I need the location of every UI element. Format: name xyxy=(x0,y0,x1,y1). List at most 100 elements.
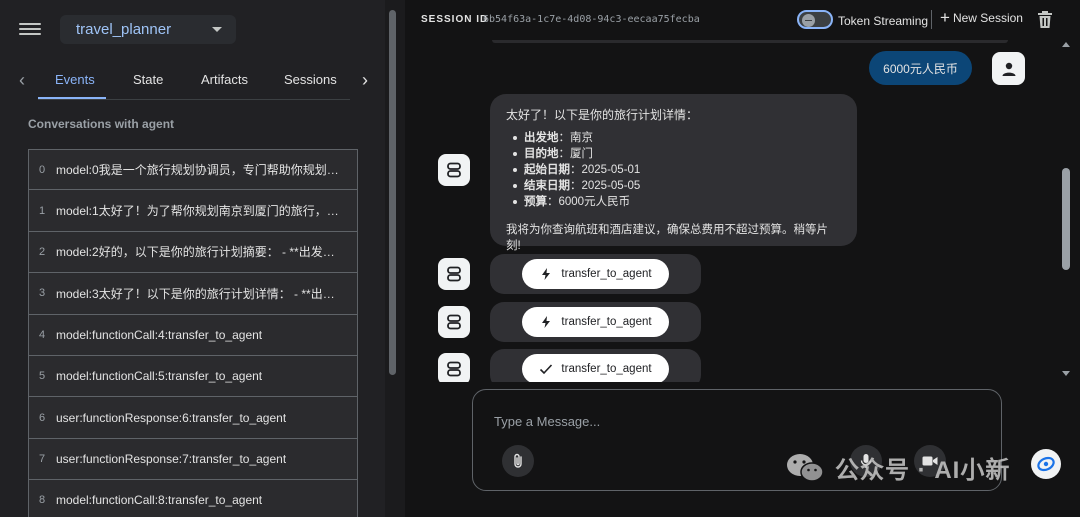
tab-artifacts[interactable]: Artifacts xyxy=(201,72,248,87)
message-input[interactable]: Type a Message... xyxy=(494,414,600,429)
plus-icon: + xyxy=(940,8,950,27)
event-row[interactable]: 3 model:3太好了！以下是你的旅行计划详情： - **出发地… xyxy=(28,273,358,315)
conversations-heading: Conversations with agent xyxy=(28,117,175,131)
app-select-value: travel_planner xyxy=(76,21,172,38)
function-call-label: transfer_to_agent xyxy=(561,268,652,280)
chevron-right-icon[interactable]: › xyxy=(355,70,375,90)
trip-detail-item: 预算：6000元人民币 xyxy=(513,194,841,210)
sidebar: travel_planner ‹ Events State Artifacts … xyxy=(0,0,385,517)
chat-scrollbar[interactable] xyxy=(1059,40,1073,382)
previous-message-edge xyxy=(492,40,1008,43)
tab-state[interactable]: State xyxy=(133,72,163,87)
event-text: model:0我是一个旅行规划协调员，专门帮助你规划旅行… xyxy=(56,163,346,178)
app-root: travel_planner ‹ Events State Artifacts … xyxy=(0,0,1080,517)
event-text: model:functionCall:5:transfer_to_agent xyxy=(56,369,263,384)
event-index: 3 xyxy=(39,287,46,300)
chat-scroll-thumb[interactable] xyxy=(1062,168,1070,270)
event-text: model:1太好了！为了帮你规划南京到厦门的旅行，我需… xyxy=(56,204,346,219)
event-text: model:2好的，以下是你的旅行计划摘要： - **出发地**… xyxy=(56,245,346,260)
function-call-label: transfer_to_agent xyxy=(561,316,652,328)
event-text: model:functionCall:4:transfer_to_agent xyxy=(56,327,263,342)
paperclip-icon xyxy=(514,453,522,468)
tab-sessions[interactable]: Sessions xyxy=(284,72,337,87)
bot-avatar xyxy=(438,306,470,338)
main-panel: SESSION ID 6b54f63a-1c7e-4d08-94c3-eecaa… xyxy=(405,0,1080,517)
user-avatar xyxy=(992,52,1025,85)
chat-area: 6000元人民币 太好了！以下是你的旅行计划详情： 出发地：南京 目的地：厦门 xyxy=(405,40,1080,382)
bot-avatar xyxy=(438,353,470,382)
event-row[interactable]: 1 model:1太好了！为了帮你规划南京到厦门的旅行，我需… xyxy=(28,190,358,232)
sidebar-tabs: ‹ Events State Artifacts Sessions › xyxy=(0,62,385,100)
top-bar: SESSION ID 6b54f63a-1c7e-4d08-94c3-eecaa… xyxy=(405,0,1080,40)
event-index: 2 xyxy=(39,245,46,258)
function-call-container: transfer_to_agent xyxy=(490,254,701,294)
event-index: 5 xyxy=(39,370,46,383)
trip-detail-item: 结束日期：2025-05-05 xyxy=(513,178,841,194)
function-response-container: transfer_to_agent xyxy=(490,349,701,382)
event-row[interactable]: 8 model:functionCall:8:transfer_to_agent xyxy=(28,480,358,517)
trip-detail-item: 目的地：厦门 xyxy=(513,146,841,162)
watermark-text: 公众号 · AI小新 xyxy=(835,457,1011,484)
user-message-bubble: 6000元人民币 xyxy=(869,51,972,85)
event-row[interactable]: 2 model:2好的，以下是你的旅行计划摘要： - **出发地**… xyxy=(28,231,358,274)
event-row[interactable]: 5 model:functionCall:5:transfer_to_agent xyxy=(28,355,358,398)
watermark: 公众号 · AI小新 xyxy=(785,450,1010,485)
assistant-float-button[interactable] xyxy=(1031,449,1061,479)
wechat-logo-icon xyxy=(787,453,824,482)
divider xyxy=(931,10,932,29)
tab-events[interactable]: Events xyxy=(55,72,95,87)
trash-icon[interactable] xyxy=(1037,11,1053,28)
robot-icon xyxy=(447,314,461,330)
function-response-label: transfer_to_agent xyxy=(561,363,652,375)
session-id-value: 6b54f63a-1c7e-4d08-94c3-eecaa75fecba xyxy=(483,14,700,25)
sidebar-scrollbar[interactable] xyxy=(385,0,405,517)
event-row[interactable]: 4 model:functionCall:4:transfer_to_agent xyxy=(28,314,358,356)
tabs-divider xyxy=(38,99,350,100)
event-row[interactable]: 6 user:functionResponse:6:transfer_to_age… xyxy=(28,397,358,439)
bolt-icon xyxy=(542,316,551,328)
event-index: 7 xyxy=(39,452,46,465)
new-session-label: New Session xyxy=(952,11,1023,25)
function-call-chip[interactable]: transfer_to_agent xyxy=(522,307,669,337)
chevron-down-icon xyxy=(212,27,222,32)
event-row[interactable]: 7 user:functionResponse:7:transfer_to_age… xyxy=(28,438,358,481)
bot-avatar xyxy=(438,258,470,290)
event-text: model:3太好了！以下是你的旅行计划详情： - **出发地… xyxy=(56,286,346,301)
check-icon xyxy=(540,364,553,375)
trip-details-list: 出发地：南京 目的地：厦门 起始日期：2025-05-01 结束日期：2025-… xyxy=(506,130,841,210)
bot-message-bubble: 太好了！以下是你的旅行计划详情： 出发地：南京 目的地：厦门 起始日期：2025… xyxy=(490,94,857,252)
event-index: 6 xyxy=(39,411,46,424)
token-streaming-toggle[interactable] xyxy=(797,10,833,29)
event-row[interactable]: 0 model:0我是一个旅行规划协调员，专门帮助你规划旅行… xyxy=(28,149,358,191)
toggle-knob xyxy=(802,13,815,27)
chevron-left-icon[interactable]: ‹ xyxy=(12,70,32,90)
robot-icon xyxy=(447,266,461,282)
event-index: 8 xyxy=(39,494,46,507)
function-response-chip[interactable]: transfer_to_agent xyxy=(522,354,669,382)
function-call-chip[interactable]: transfer_to_agent xyxy=(522,259,669,289)
swirl-icon xyxy=(1037,456,1055,472)
event-index: 4 xyxy=(39,328,46,341)
menu-icon[interactable] xyxy=(19,20,41,38)
person-icon xyxy=(1002,62,1015,76)
scroll-down-arrow-icon[interactable] xyxy=(1062,371,1070,376)
bot-message-intro: 太好了！以下是你的旅行计划详情： xyxy=(506,108,699,122)
event-text: model:functionCall:8:transfer_to_agent xyxy=(56,493,263,508)
event-text: user:functionResponse:7:transfer_to_agen… xyxy=(56,451,287,466)
bot-avatar xyxy=(438,154,470,186)
event-text: user:functionResponse:6:transfer_to_agen… xyxy=(56,410,287,425)
bot-message-outro: 我将为你查询航班和酒店建议，确保总费用不超过预算。稍等片刻! xyxy=(506,224,828,252)
scroll-up-arrow-icon[interactable] xyxy=(1062,42,1070,47)
function-call-container: transfer_to_agent xyxy=(490,302,701,342)
new-session-button[interactable]: + New Session xyxy=(940,8,1023,27)
robot-icon xyxy=(447,361,461,377)
event-index: 0 xyxy=(39,163,46,176)
trip-detail-item: 起始日期：2025-05-01 xyxy=(513,162,841,178)
app-select-dropdown[interactable]: travel_planner xyxy=(60,15,236,44)
bolt-icon xyxy=(542,268,551,280)
attach-button[interactable] xyxy=(502,445,534,477)
session-id-label: SESSION ID xyxy=(421,14,489,25)
event-list: 0 model:0我是一个旅行规划协调员，专门帮助你规划旅行… 1 model:1太… xyxy=(28,149,358,517)
active-tab-indicator xyxy=(38,97,106,99)
sidebar-scroll-thumb[interactable] xyxy=(389,10,396,375)
